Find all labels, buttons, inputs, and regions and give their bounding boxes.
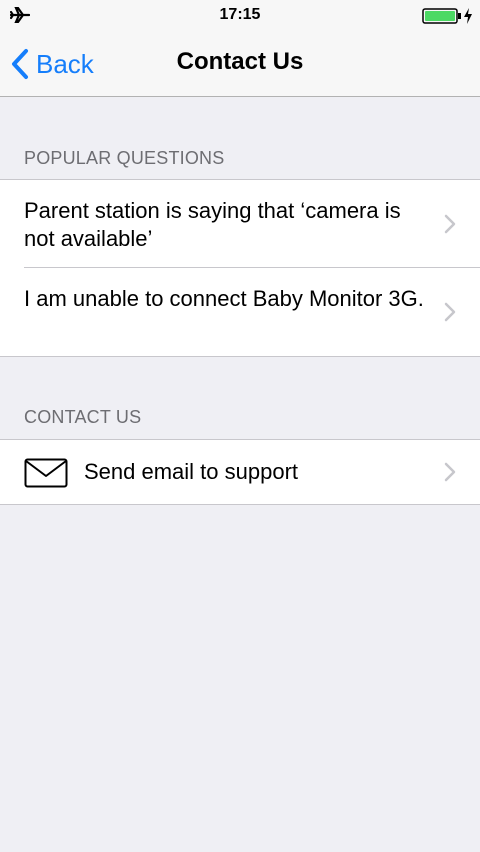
section-header-contact-us: CONTACT US [24, 407, 142, 427]
contact-us-list: Send email to support [0, 439, 480, 505]
page-title: Contact Us [176, 48, 304, 75]
chevron-right-icon [444, 462, 456, 482]
navigation-bar: Back Contact Us [0, 30, 480, 97]
list-item-camera-not-available[interactable]: Parent station is saying that ‘camera is… [0, 180, 480, 268]
chevron-right-icon [444, 302, 456, 322]
charging-bolt-icon [464, 8, 472, 24]
battery-icon [422, 8, 461, 24]
popular-questions-list: Parent station is saying that ‘camera is… [0, 179, 480, 357]
list-item-label: Parent station is saying that ‘camera is… [24, 198, 401, 251]
list-item-label: I am unable to connect Baby Monitor 3G. [24, 286, 424, 311]
status-time: 17:15 [219, 6, 261, 23]
section-header-popular-questions: POPULAR QUESTIONS [24, 148, 225, 168]
chevron-right-icon [444, 214, 456, 234]
send-email-label: Send email to support [84, 459, 299, 484]
status-bar: 17:15 [0, 0, 480, 30]
mail-icon [24, 458, 68, 488]
list-item-unable-to-connect[interactable]: I am unable to connect Baby Monitor 3G. [0, 268, 480, 356]
send-email-to-support-button[interactable]: Send email to support [0, 440, 480, 504]
